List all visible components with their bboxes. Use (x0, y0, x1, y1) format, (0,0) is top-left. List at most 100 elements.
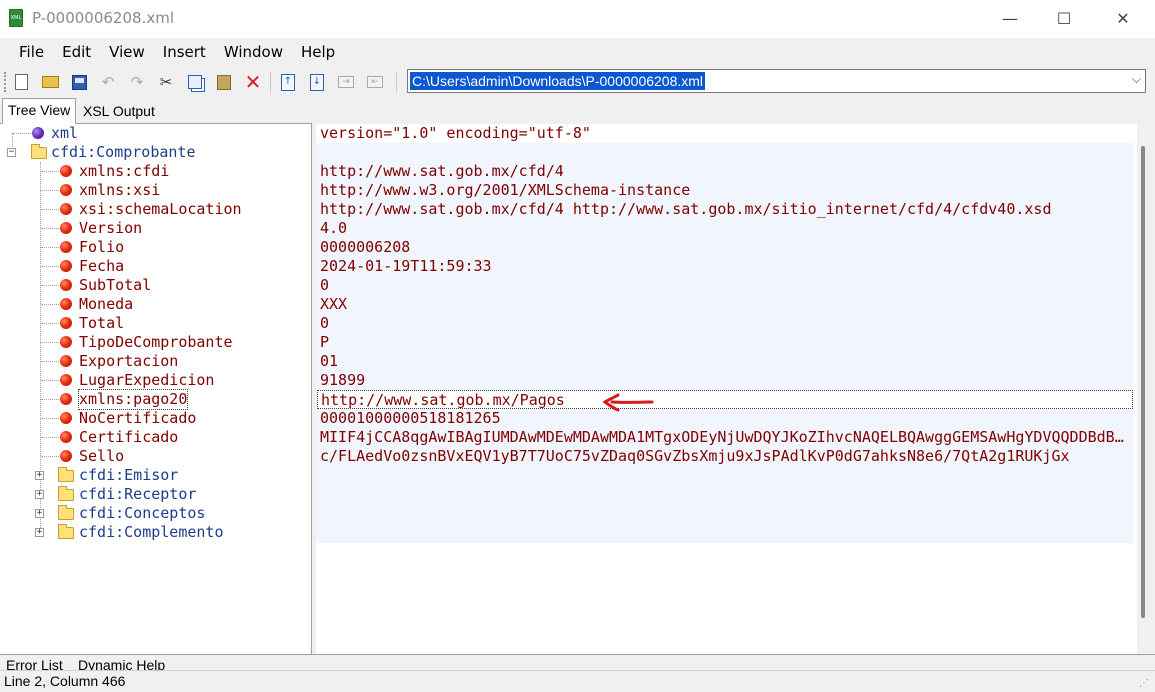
value-row-xml[interactable]: version="1.0" encoding="utf-8" (320, 124, 1132, 143)
value-row-selected[interactable]: http://www.sat.gob.mx/Pagos (317, 390, 1133, 409)
tree-node-attribute[interactable]: xmlns:pago20 (0, 389, 300, 410)
save-icon[interactable] (69, 72, 89, 92)
folder-icon (31, 144, 47, 159)
tree-node-attribute[interactable]: xmlns:xsi (0, 181, 300, 200)
tab-tree-view[interactable]: Tree View (2, 98, 77, 124)
tree-node-attribute[interactable]: TipoDeComprobante (0, 333, 300, 352)
bottom-tabs: Error List Dynamic Help (0, 654, 1155, 670)
expand-icon[interactable]: + (35, 471, 44, 480)
tree-node-element[interactable]: + cfdi:Emisor (0, 466, 300, 485)
tree-node-root[interactable]: − cfdi:Comprobante (0, 143, 300, 162)
value-row[interactable]: 4.0 (320, 219, 1132, 238)
tree-node-attribute[interactable]: xmlns:cfdi (0, 162, 300, 181)
value-row[interactable]: http://www.w3.org/2001/XMLSchema-instanc… (320, 181, 1132, 200)
tab-xsl-output[interactable]: XSL Output (78, 100, 160, 124)
copy-icon[interactable] (185, 72, 205, 92)
tree-node-attribute[interactable]: Sello (0, 447, 300, 466)
undo-icon[interactable]: ↶ (98, 72, 118, 92)
menu-bar: File Edit View Insert Window Help (0, 38, 1155, 66)
file-path-combobox[interactable]: C:\Users\admin\Downloads\P-0000006208.xm… (407, 69, 1146, 93)
value-row[interactable]: 0 (320, 276, 1132, 295)
value-row[interactable]: c/FLAedVo0zsnBVxEQV1yB7T7UoC75vZDaq0SGvZ… (320, 447, 1132, 466)
collapse-icon[interactable]: − (7, 148, 16, 157)
tree-node-attribute[interactable]: NoCertificado (0, 409, 300, 428)
tree-node-label: cfdi:Conceptos (79, 504, 206, 522)
value-row[interactable]: XXX (320, 295, 1132, 314)
tree-node-label: Exportacion (79, 352, 179, 370)
tree-node-label: cfdi:Receptor (79, 485, 197, 503)
tree-node-element[interactable]: + cfdi:Conceptos (0, 504, 300, 523)
tree-node-attribute[interactable]: Exportacion (0, 352, 300, 371)
new-file-icon[interactable] (11, 72, 31, 92)
xml-notepad-window: P-0000006208.xml — ☐ ✕ File Edit View In… (0, 0, 1155, 692)
tree-node-label: xmlns:pago20 (77, 389, 189, 410)
scrollbar-thumb[interactable] (1141, 146, 1145, 618)
tree-node-attribute[interactable]: Certificado (0, 428, 300, 447)
tree-node-xml[interactable]: xml (0, 124, 300, 143)
tree-node-attribute[interactable]: SubTotal (0, 276, 300, 295)
status-bar: Line 2, Column 466 ⋰ (0, 670, 1155, 692)
tree-node-attribute[interactable]: Fecha (0, 257, 300, 276)
tab-error-list[interactable]: Error List (6, 656, 63, 670)
view-tabs: Tree View XSL Output (0, 98, 312, 124)
resize-grip-icon[interactable]: ⋰ (1139, 678, 1149, 689)
redo-icon[interactable]: ↷ (127, 72, 147, 92)
insert-after-icon[interactable]: ↓ (307, 72, 327, 92)
vertical-scrollbar[interactable] (1137, 124, 1155, 654)
attribute-icon (60, 165, 72, 177)
menu-file[interactable]: File (10, 38, 53, 66)
folder-icon (58, 524, 74, 539)
tree-node-attribute[interactable]: Folio (0, 238, 300, 257)
value-row[interactable]: 91899 (320, 371, 1132, 390)
indent-icon[interactable]: ⇥ (336, 72, 356, 92)
tree-node-element[interactable]: + cfdi:Receptor (0, 485, 300, 504)
tree-node-label: cfdi:Complemento (79, 523, 224, 541)
value-row[interactable]: 00001000000518181265 (320, 409, 1132, 428)
tree-node-element[interactable]: + cfdi:Complemento (0, 523, 300, 542)
menu-window[interactable]: Window (215, 38, 292, 66)
cut-icon[interactable]: ✂ (156, 72, 176, 92)
menu-edit[interactable]: Edit (53, 38, 100, 66)
tree-node-attribute[interactable]: Version (0, 219, 300, 238)
value-row[interactable]: 0000006208 (320, 238, 1132, 257)
menu-view[interactable]: View (100, 38, 154, 66)
value-row[interactable]: 0 (320, 314, 1132, 333)
tree-node-attribute[interactable]: Moneda (0, 295, 300, 314)
tab-dynamic-help[interactable]: Dynamic Help (78, 656, 165, 670)
minimize-button[interactable]: — (987, 0, 1033, 36)
expand-icon[interactable]: + (35, 490, 44, 499)
close-button[interactable]: ✕ (1100, 0, 1146, 36)
insert-before-icon[interactable]: ↑ (278, 72, 298, 92)
attribute-icon (60, 431, 72, 443)
menu-insert[interactable]: Insert (154, 38, 215, 66)
tree-node-attribute[interactable]: Total (0, 314, 300, 333)
tree-node-attribute[interactable]: LugarExpedicion (0, 371, 300, 390)
value-row-root[interactable] (320, 143, 1132, 162)
file-path-text[interactable]: C:\Users\admin\Downloads\P-0000006208.xm… (410, 72, 706, 90)
cursor-position: Line 2, Column 466 (4, 673, 126, 689)
expand-icon[interactable]: + (35, 528, 44, 537)
menu-help[interactable]: Help (292, 38, 344, 66)
open-folder-icon[interactable] (40, 72, 60, 92)
maximize-button[interactable]: ☐ (1041, 0, 1087, 36)
tree-node-label: TipoDeComprobante (79, 333, 233, 351)
tree-pane[interactable]: xml − cfdi:Comprobante xmlns:cfdi xmlns:x… (0, 124, 312, 654)
value-row[interactable]: 2024-01-19T11:59:33 (320, 257, 1132, 276)
value-row[interactable]: 01 (320, 352, 1132, 371)
value-row[interactable]: P (320, 333, 1132, 352)
value-row[interactable]: http://www.sat.gob.mx/cfd/4 (320, 162, 1132, 181)
chevron-down-icon[interactable]: ⌵ (1132, 72, 1141, 87)
tree-node-label: Folio (79, 238, 125, 256)
toolbar-grip[interactable] (4, 72, 7, 92)
delete-icon[interactable]: ✕ (243, 72, 263, 92)
attribute-icon (60, 317, 72, 329)
xml-app-icon (9, 9, 23, 27)
attribute-icon (60, 393, 72, 405)
value-row[interactable]: http://www.sat.gob.mx/cfd/4 http://www.s… (320, 200, 1132, 219)
tree-node-attribute[interactable]: xsi:schemaLocation (0, 200, 300, 219)
outdent-icon[interactable]: ⇤ (365, 72, 385, 92)
value-row[interactable]: MIIF4jCCA8qgAwIBAgIUMDAwMDEwMDAwMDA1MTgx… (320, 428, 1132, 447)
expand-icon[interactable]: + (35, 509, 44, 518)
paste-icon[interactable] (214, 72, 234, 92)
value-pane[interactable]: version="1.0" encoding="utf-8" http://ww… (316, 124, 1141, 654)
